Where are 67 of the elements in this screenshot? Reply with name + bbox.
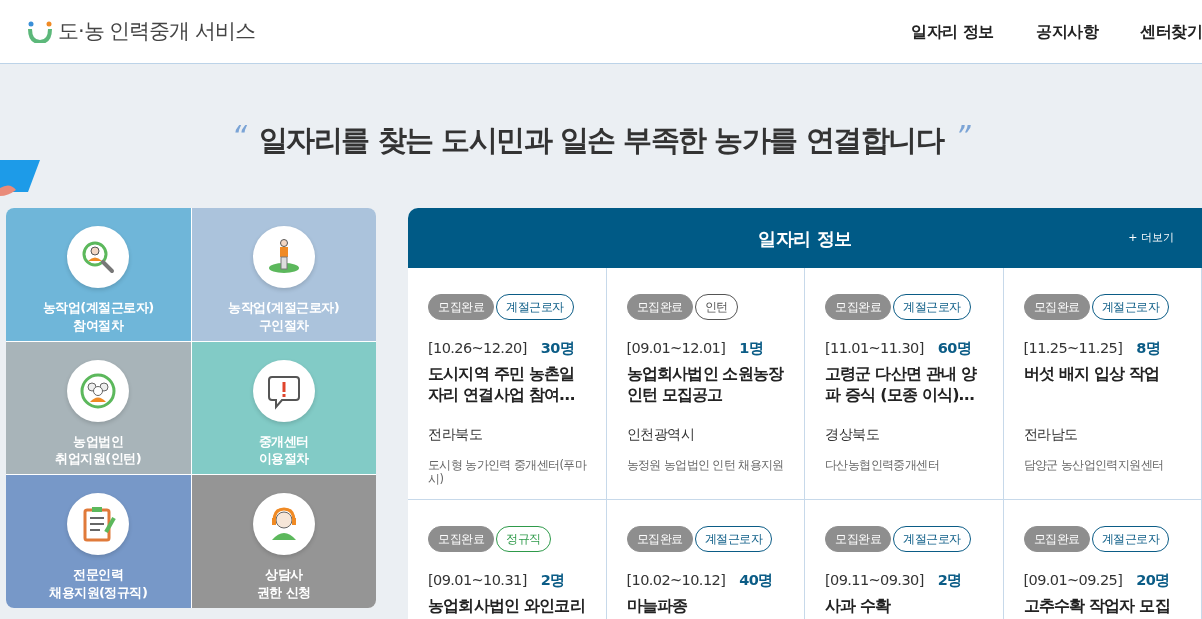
job-title: 마늘파종	[626, 595, 689, 617]
headcount: 2명	[937, 572, 962, 588]
job-type-tag: 인턴	[694, 294, 738, 320]
illustration-drawing	[0, 160, 40, 196]
organization-text: 담양군 농산업인력지원센터	[1023, 458, 1165, 473]
job-period: [09.01~10.31]	[428, 572, 527, 588]
region-text: 경상북도	[825, 424, 880, 444]
job-card[interactable]: 모집완료 인턴 [09.01~12.01] 1명 농업회사법인 소원농장 인턴 모집공고 인천광역시 농정원 농업법인 인턴 채용지원	[606, 268, 805, 500]
job-card[interactable]: 모집완료 정규직 [09.01~10.31] 2명 농업회사법인 와인코리	[408, 500, 607, 619]
headcount: 20명	[1136, 572, 1170, 588]
headcount: 2명	[540, 572, 565, 588]
organization-text: 농정원 농업법인 인턴 채용지원	[626, 458, 785, 473]
region-text: 전라남도	[1023, 424, 1079, 444]
job-period: [09.11~09.30]	[825, 572, 924, 588]
job-title: 도시지역 주민 농촌일자리 연결사업 참여…	[428, 363, 576, 406]
status-badge: 모집완료	[626, 294, 693, 320]
job-period: [11.01~11.30]	[825, 340, 924, 356]
job-title: 고령군 다산면 관내 양파 증식 (모종 이식)…	[825, 363, 978, 406]
headcount: 40명	[739, 572, 773, 588]
logo-icon	[28, 20, 52, 43]
job-title: 사과 수확	[825, 595, 892, 617]
job-period: [10.26~12.20]	[428, 340, 527, 356]
job-period: [09.01~12.01]	[626, 340, 726, 356]
site-title[interactable]: 도·농 인력중개 서비스	[58, 15, 256, 48]
headline: 일자리를 찾는 도시민과 일손 부족한 농가를 연결합니다	[258, 122, 944, 159]
job-card[interactable]: 모집완료 계절근로자 [09.01~09.25] 20명 고추수확 작업자 모집	[1003, 500, 1202, 619]
job-card[interactable]: 모집완료 계절근로자 [10.26~12.20] 30명 도시지역 주민 농촌일자리 연결사업 참여… 전라북도 도시형 농가인력 중개센터(푸마시)	[408, 268, 607, 500]
status-badge: 모집완료	[825, 526, 891, 552]
region-text: 인천광역시	[626, 424, 695, 444]
status-badge: 모집완료	[428, 526, 494, 552]
status-badge: 모집완료	[825, 294, 891, 320]
job-card[interactable]: 모집완료 계절근로자 [10.02~10.12] 40명 마늘파종	[606, 500, 805, 619]
status-badge: 모집완료	[1023, 294, 1090, 320]
headcount: 30명	[540, 340, 575, 356]
status-badge: 모집완료	[428, 294, 494, 320]
job-title: 농업회사법인 와인코리	[428, 595, 586, 617]
quote-mark: “	[231, 122, 247, 152]
region-text: 전라북도	[428, 424, 483, 444]
job-card[interactable]: 모집완료 계절근로자 [11.25~11.25] 8명 버섯 배지 입상 작업 전라남도 담양군 농산업인력지원센터	[1003, 268, 1202, 500]
headcount: 8명	[1136, 340, 1161, 356]
job-title: 농업회사법인 소원농장 인턴 모집공고	[626, 363, 785, 406]
job-card[interactable]: 모집완료 계절근로자 [09.11~09.30] 2명 사과 수확	[805, 500, 1004, 619]
job-period: [09.01~09.25]	[1023, 572, 1123, 588]
organization-text: 도시형 농가인력 중개센터(푸마시)	[428, 458, 588, 487]
quote-mark: ”	[955, 122, 971, 152]
organization-text: 다산농협인력중개센터	[825, 458, 940, 473]
status-badge: 모집완료	[1023, 526, 1090, 552]
job-type-tag: 계절근로자	[694, 526, 772, 552]
job-type-tag: 계절근로자	[1091, 294, 1169, 320]
job-type-tag: 계절근로자	[1091, 526, 1169, 552]
job-period: [10.02~10.12]	[626, 572, 726, 588]
job-card[interactable]: 모집완료 계절근로자 [11.01~11.30] 60명 고령군 다산면 관내 양파 증식 (모종 이식)… 경상북도 다산농협인력중개센터	[805, 268, 1004, 500]
job-type-tag: 계절근로자	[893, 526, 971, 552]
job-title: 고추수확 작업자 모집	[1023, 595, 1171, 617]
status-badge: 모집완료	[626, 526, 693, 552]
job-type-tag: 계절근로자	[893, 294, 971, 320]
panel-title: 일자리 정보	[758, 226, 852, 251]
nav-link-item[interactable]: 공지사항	[1010, 19, 1114, 44]
headcount: 1명	[739, 340, 764, 356]
headcount: 60명	[937, 340, 972, 356]
job-title: 버섯 배지 입상 작업	[1023, 363, 1161, 385]
job-type-tag: 정규직	[496, 526, 551, 552]
job-period: [11.25~11.25]	[1023, 340, 1123, 356]
job-type-tag: 계절근로자	[496, 294, 574, 320]
nav-link-item[interactable]: 일자리 정보	[885, 19, 1010, 44]
nav-link-item[interactable]: 센터찾기	[1114, 19, 1202, 44]
more-link[interactable]: + 더보기	[1128, 229, 1174, 247]
